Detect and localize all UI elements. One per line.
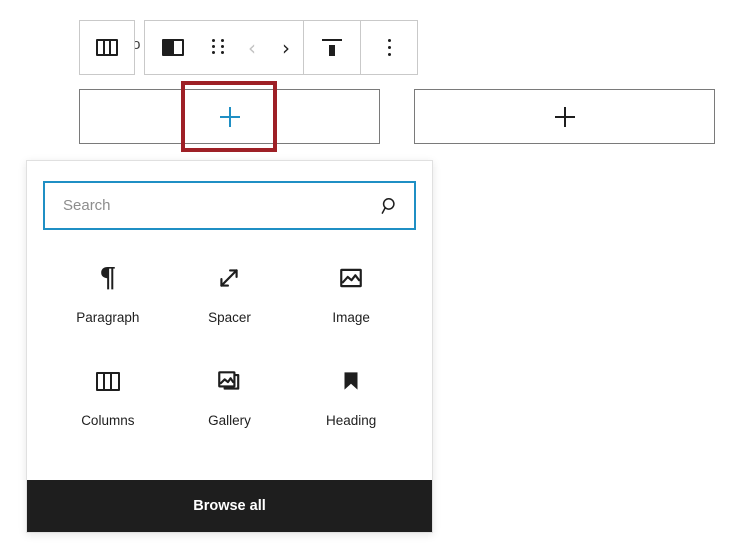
columns-outline-icon xyxy=(96,39,118,56)
browse-all-button[interactable]: Browse all xyxy=(27,480,432,532)
search-input[interactable] xyxy=(45,183,414,228)
resize-diagonal-icon xyxy=(216,262,242,294)
block-item-heading[interactable]: Heading xyxy=(290,355,412,458)
search-field[interactable] xyxy=(43,181,416,230)
block-type-column-button[interactable] xyxy=(145,21,201,74)
heading-bookmark-icon xyxy=(338,365,364,397)
align-top-icon xyxy=(322,38,342,58)
block-item-paragraph[interactable]: ¶ Paragraph xyxy=(47,252,169,355)
plus-icon xyxy=(219,106,240,127)
block-toolbar: ‹ › xyxy=(79,20,418,75)
column-block-icon xyxy=(162,39,184,56)
more-options-button[interactable] xyxy=(361,21,417,74)
chevron-left-icon: ‹ xyxy=(248,35,256,60)
block-item-label: Paragraph xyxy=(76,310,140,325)
block-item-label: Gallery xyxy=(208,413,251,428)
gallery-icon xyxy=(216,365,242,397)
toolbar-group-main: ‹ › xyxy=(144,20,418,75)
move-right-button[interactable]: › xyxy=(269,21,303,74)
block-item-image[interactable]: Image xyxy=(290,252,412,355)
block-inserter-panel: ¶ Paragraph Spacer xyxy=(26,160,433,533)
block-item-columns[interactable]: Columns xyxy=(47,355,169,458)
search-container xyxy=(27,161,432,230)
image-icon xyxy=(338,262,364,294)
block-item-spacer[interactable]: Spacer xyxy=(169,252,291,355)
select-parent-columns-button[interactable] xyxy=(80,21,134,74)
block-item-label: Spacer xyxy=(208,310,251,325)
chevron-right-icon: › xyxy=(282,35,290,60)
add-block-right[interactable] xyxy=(414,89,715,144)
drag-handle-button[interactable] xyxy=(201,21,235,74)
columns-icon xyxy=(95,365,120,397)
move-left-button[interactable]: ‹ xyxy=(235,21,269,74)
block-item-label: Image xyxy=(332,310,370,325)
vertical-align-button[interactable] xyxy=(304,21,360,74)
add-block-left[interactable] xyxy=(79,89,380,144)
plus-icon xyxy=(554,106,575,127)
block-item-label: Heading xyxy=(326,413,377,428)
block-type-grid: ¶ Paragraph Spacer Image Columns Gallery… xyxy=(27,230,432,480)
drag-handle-icon xyxy=(212,38,224,57)
block-item-label: Columns xyxy=(81,413,135,428)
toolbar-group-parent xyxy=(79,20,135,75)
kebab-menu-icon xyxy=(387,39,391,56)
pilcrow-icon: ¶ xyxy=(99,262,117,294)
block-editor-canvas: to ‹ xyxy=(0,0,738,557)
block-item-gallery[interactable]: Gallery xyxy=(169,355,291,458)
